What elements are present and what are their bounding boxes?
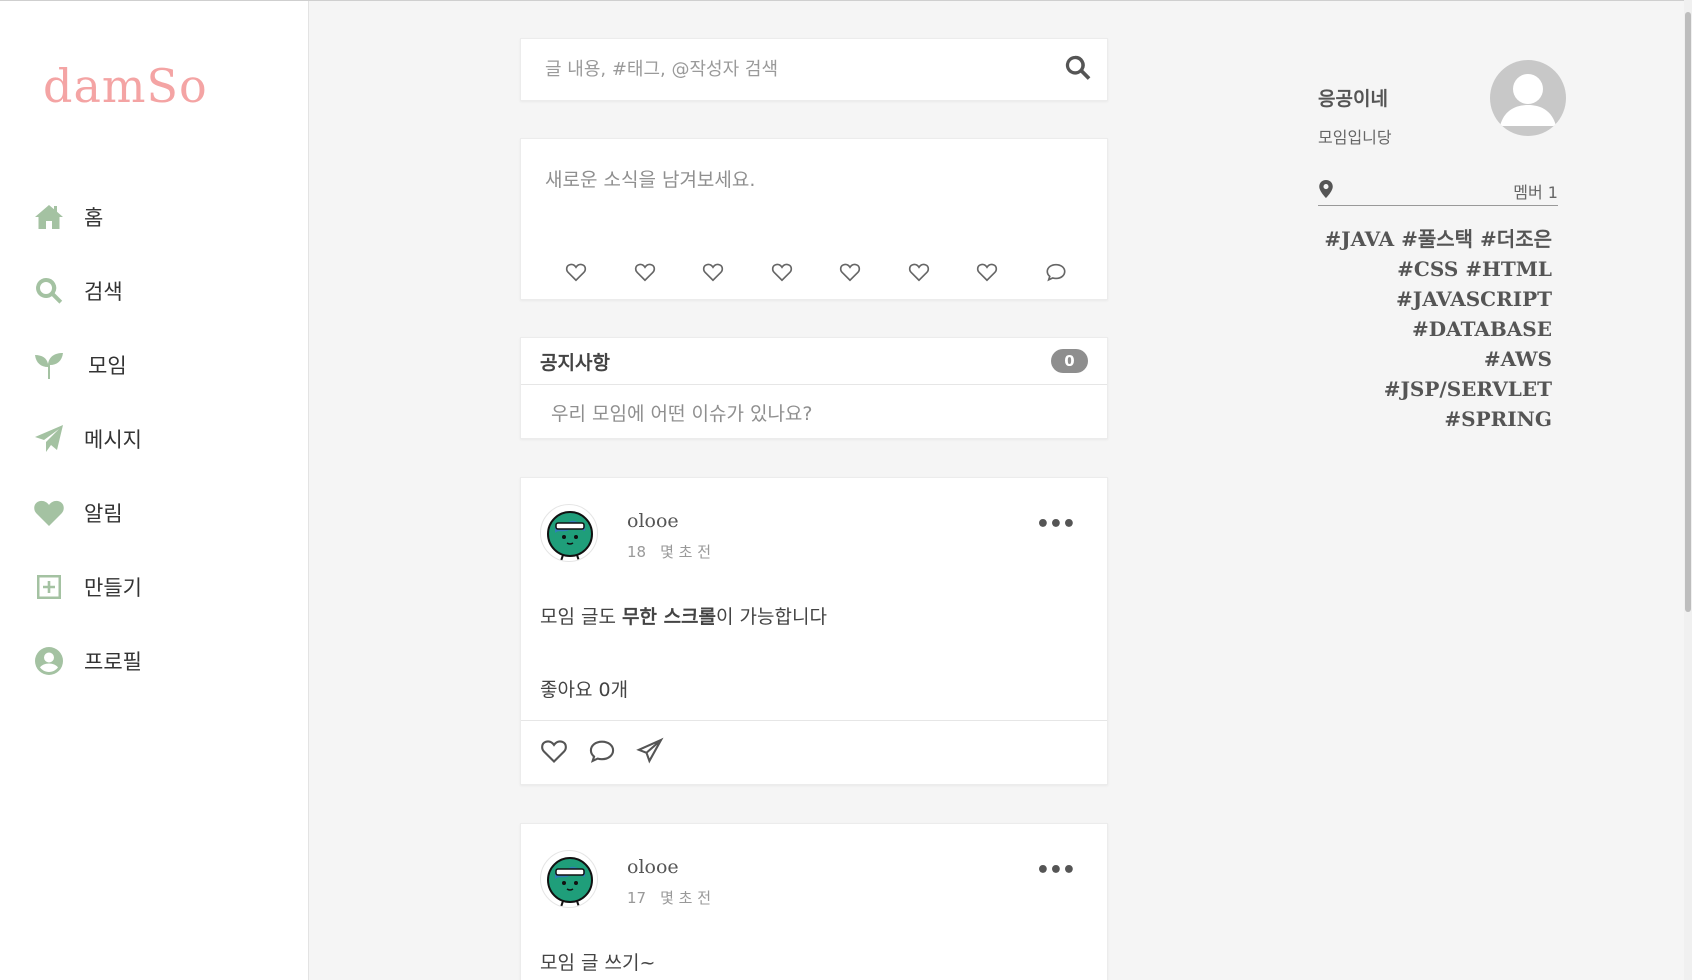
sidebar-item-label: 메시지: [84, 428, 142, 452]
group-name: 응공이네: [1318, 88, 1388, 110]
search-bar: [520, 38, 1108, 101]
post-author[interactable]: olooe: [627, 510, 679, 532]
feed: 새로운 소식을 남겨보세요. 공지사항 0 우리 모임에 어떤 이슈가 있나요?: [520, 38, 1108, 980]
sidebar-item-label: 알림: [84, 502, 123, 526]
sidebar-item-label: 홈: [84, 206, 104, 230]
sidebar-item-create[interactable]: 만들기: [32, 569, 142, 605]
heart-outline-icon[interactable]: [565, 261, 587, 287]
sidebar-item-home[interactable]: 홈: [32, 199, 142, 235]
post-number: 18: [627, 543, 647, 561]
reaction-row: [565, 261, 1067, 287]
heart-outline-icon[interactable]: [839, 261, 861, 287]
notice-placeholder[interactable]: 우리 모임에 어떤 이슈가 있나요?: [521, 385, 1107, 426]
post-text: 이 가능합니다: [716, 606, 827, 628]
post-header: olooe 17 몇 초 전 •••: [521, 824, 1107, 934]
more-options-icon[interactable]: •••: [1036, 512, 1076, 537]
notice-header[interactable]: 공지사항 0: [521, 338, 1107, 385]
sidebar-item-search[interactable]: 검색: [32, 273, 142, 309]
notice-card: 공지사항 0 우리 모임에 어떤 이슈가 있나요?: [520, 337, 1108, 439]
notice-count-badge: 0: [1051, 349, 1088, 373]
sprout-icon: [32, 348, 66, 382]
sidebar-nav: 홈 검색 모임 메시지 알림 만들기 프로필: [32, 199, 142, 717]
tag-line[interactable]: #JAVASCRIPT: [1318, 284, 1552, 314]
post-meta: 17 몇 초 전: [627, 887, 711, 908]
search-icon: [32, 274, 66, 308]
avatar[interactable]: [540, 850, 598, 908]
post-meta: 18 몇 초 전: [627, 541, 711, 562]
share-icon[interactable]: [636, 737, 664, 769]
logo[interactable]: damSo: [43, 59, 208, 113]
compose-box[interactable]: 새로운 소식을 남겨보세요.: [520, 138, 1108, 300]
compose-placeholder[interactable]: 새로운 소식을 남겨보세요.: [545, 165, 755, 192]
tag-line[interactable]: #CSS #HTML: [1318, 254, 1552, 284]
post-actions: [521, 720, 1107, 784]
post-text: 모임 글도: [540, 606, 622, 628]
group-description: 모임입니당: [1318, 128, 1392, 147]
plus-square-icon: [32, 570, 66, 604]
sidebar-item-label: 모임: [88, 354, 127, 378]
group-meta-row: 멤버 1: [1318, 176, 1558, 206]
sidebar-item-label: 프로필: [84, 650, 142, 674]
post-content: 모임 글도 무한 스크롤이 가능합니다: [521, 588, 1107, 629]
tag-line[interactable]: #DATABASE: [1318, 314, 1552, 344]
user-circle-icon: [32, 644, 66, 678]
heart-outline-icon[interactable]: [908, 261, 930, 287]
sidebar-item-notification[interactable]: 알림: [32, 495, 142, 531]
heart-outline-icon[interactable]: [702, 261, 724, 287]
heart-icon: [32, 496, 66, 530]
search-icon[interactable]: [1063, 53, 1093, 87]
group-avatar[interactable]: [1490, 60, 1566, 136]
sidebar-item-label: 검색: [84, 280, 123, 304]
comment-outline-icon[interactable]: [1045, 261, 1067, 287]
like-icon[interactable]: [540, 737, 568, 769]
member-count[interactable]: 멤버 1: [1513, 179, 1558, 203]
heart-outline-icon[interactable]: [771, 261, 793, 287]
post-like-count: 좋아요 0개: [540, 679, 629, 701]
post-time: 몇 초 전: [660, 889, 712, 907]
location-pin-icon[interactable]: [1318, 179, 1334, 202]
group-tags: #JAVA #풀스택 #더조은 #CSS #HTML #JAVASCRIPT #…: [1318, 224, 1552, 434]
comment-icon[interactable]: [588, 737, 616, 769]
scrollbar-thumb[interactable]: [1685, 12, 1691, 612]
tag-line[interactable]: #SPRING: [1318, 404, 1552, 434]
heart-outline-icon[interactable]: [976, 261, 998, 287]
post-content: 모임 글 쓰기~: [521, 934, 1107, 975]
avatar[interactable]: [540, 504, 598, 562]
notice-title: 공지사항: [540, 351, 610, 374]
page-scrollbar[interactable]: [1684, 0, 1692, 980]
post-author[interactable]: olooe: [627, 856, 679, 878]
post-text-bold: 무한 스크롤: [622, 606, 717, 628]
sidebar-item-label: 만들기: [84, 576, 142, 600]
post-header: olooe 18 몇 초 전 •••: [521, 478, 1107, 588]
post-card: olooe 17 몇 초 전 ••• 모임 글 쓰기~: [520, 823, 1108, 980]
sidebar-item-message[interactable]: 메시지: [32, 421, 142, 457]
heart-outline-icon[interactable]: [634, 261, 656, 287]
post-text: 모임 글 쓰기~: [540, 952, 656, 974]
paper-plane-icon: [32, 422, 66, 456]
post-time: 몇 초 전: [660, 543, 712, 561]
post-number: 17: [627, 889, 647, 907]
sidebar-item-profile[interactable]: 프로필: [32, 643, 142, 679]
tag-line[interactable]: #AWS #JSP/SERVLET: [1318, 344, 1552, 404]
more-options-icon[interactable]: •••: [1036, 858, 1076, 883]
post-card: olooe 18 몇 초 전 ••• 모임 글도 무한 스크롤이 가능합니다 좋아…: [520, 477, 1108, 785]
sidebar-item-group[interactable]: 모임: [32, 347, 142, 383]
tag-line[interactable]: #JAVA #풀스택 #더조은: [1318, 224, 1552, 254]
home-icon: [32, 200, 66, 234]
sidebar: damSo 홈 검색 모임 메시지 알림 만들기 프로필: [0, 1, 309, 980]
search-input[interactable]: [545, 59, 1063, 80]
